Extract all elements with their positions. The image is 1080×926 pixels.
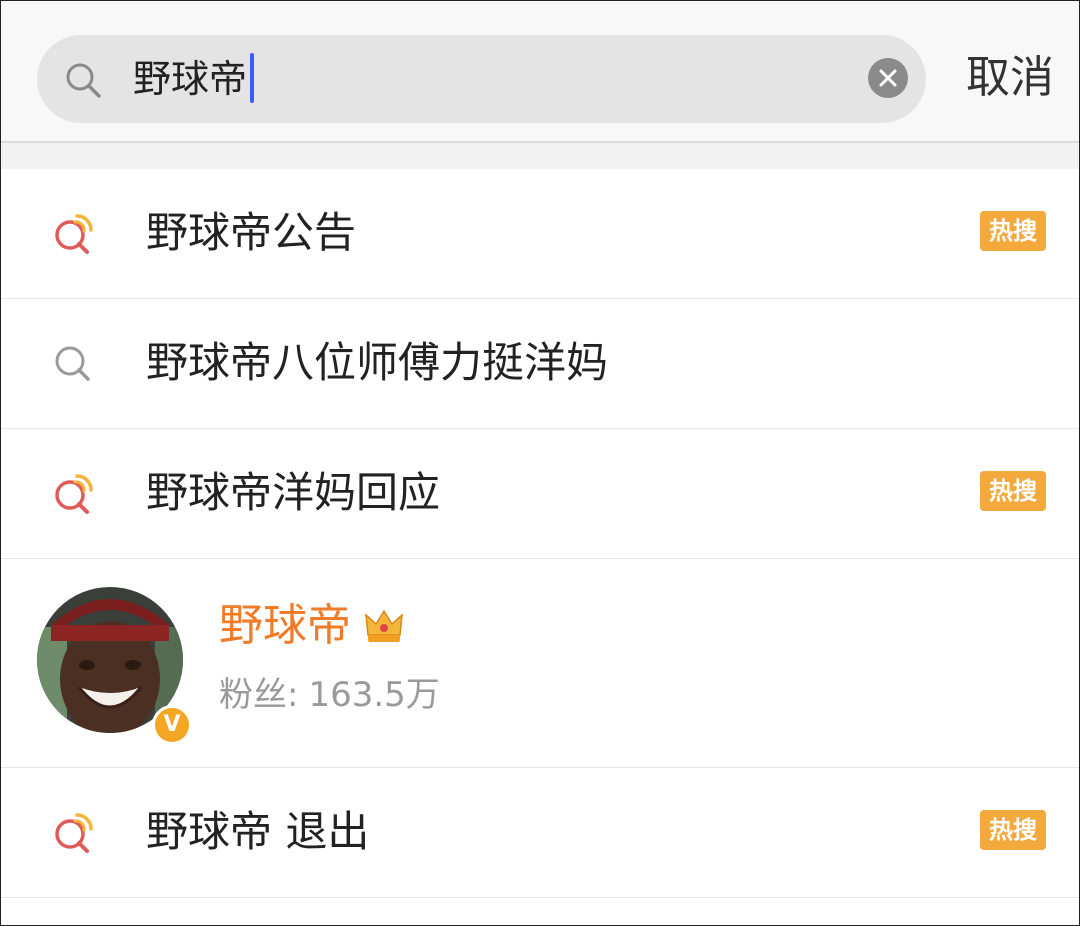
hot-search-icon — [55, 813, 93, 853]
search-icon — [66, 63, 101, 98]
search-icon — [55, 346, 90, 381]
suggestion-label: 野球帝公告 — [146, 208, 357, 257]
app-frame: 取消 野球帝公告 热搜 野球帝八位师傅力挺洋妈 — [0, 0, 1080, 926]
suggestion-label: 野球帝洋妈回应 — [146, 468, 441, 517]
user-name: 野球帝 — [219, 600, 351, 651]
hot-badge: 热搜 — [980, 471, 1046, 511]
suggestion-row[interactable]: 野球帝八位师傅力挺洋妈 — [1, 299, 1079, 429]
clear-button[interactable] — [868, 58, 908, 98]
suggestion-row[interactable]: 野球帝 退出 热搜 — [1, 768, 1079, 898]
text-caret — [250, 53, 254, 103]
suggestion-row[interactable]: 野球帝洋妈回应 热搜 — [1, 429, 1079, 559]
cancel-button[interactable]: 取消 — [966, 49, 1054, 107]
suggestion-label: 野球帝八位师傅力挺洋妈 — [146, 338, 609, 387]
section-divider — [1, 143, 1079, 169]
hot-search-icon — [55, 474, 93, 514]
search-bar: 取消 — [1, 1, 1079, 143]
clear-icon — [879, 69, 897, 87]
suggestion-label: 野球帝 退出 — [146, 807, 370, 856]
search-input[interactable] — [133, 53, 853, 105]
fans-count: 粉丝: 163.5万 — [219, 673, 440, 717]
crown-icon — [365, 609, 403, 642]
fans-label: 粉丝: — [219, 675, 299, 715]
hot-search-icon — [55, 214, 93, 254]
hot-badge: 热搜 — [980, 810, 1046, 850]
suggestion-row[interactable]: 野球帝公告 热搜 — [1, 169, 1079, 299]
search-box[interactable] — [37, 35, 926, 123]
suggestion-list: 野球帝公告 热搜 野球帝八位师傅力挺洋妈 野球帝洋妈回应 热搜 V 野球帝 粉丝… — [1, 169, 1079, 898]
hot-badge: 热搜 — [980, 211, 1046, 251]
verified-icon: V — [152, 705, 192, 745]
user-result-row[interactable]: V 野球帝 粉丝: 163.5万 — [1, 559, 1079, 768]
fans-value: 163.5万 — [308, 675, 440, 715]
